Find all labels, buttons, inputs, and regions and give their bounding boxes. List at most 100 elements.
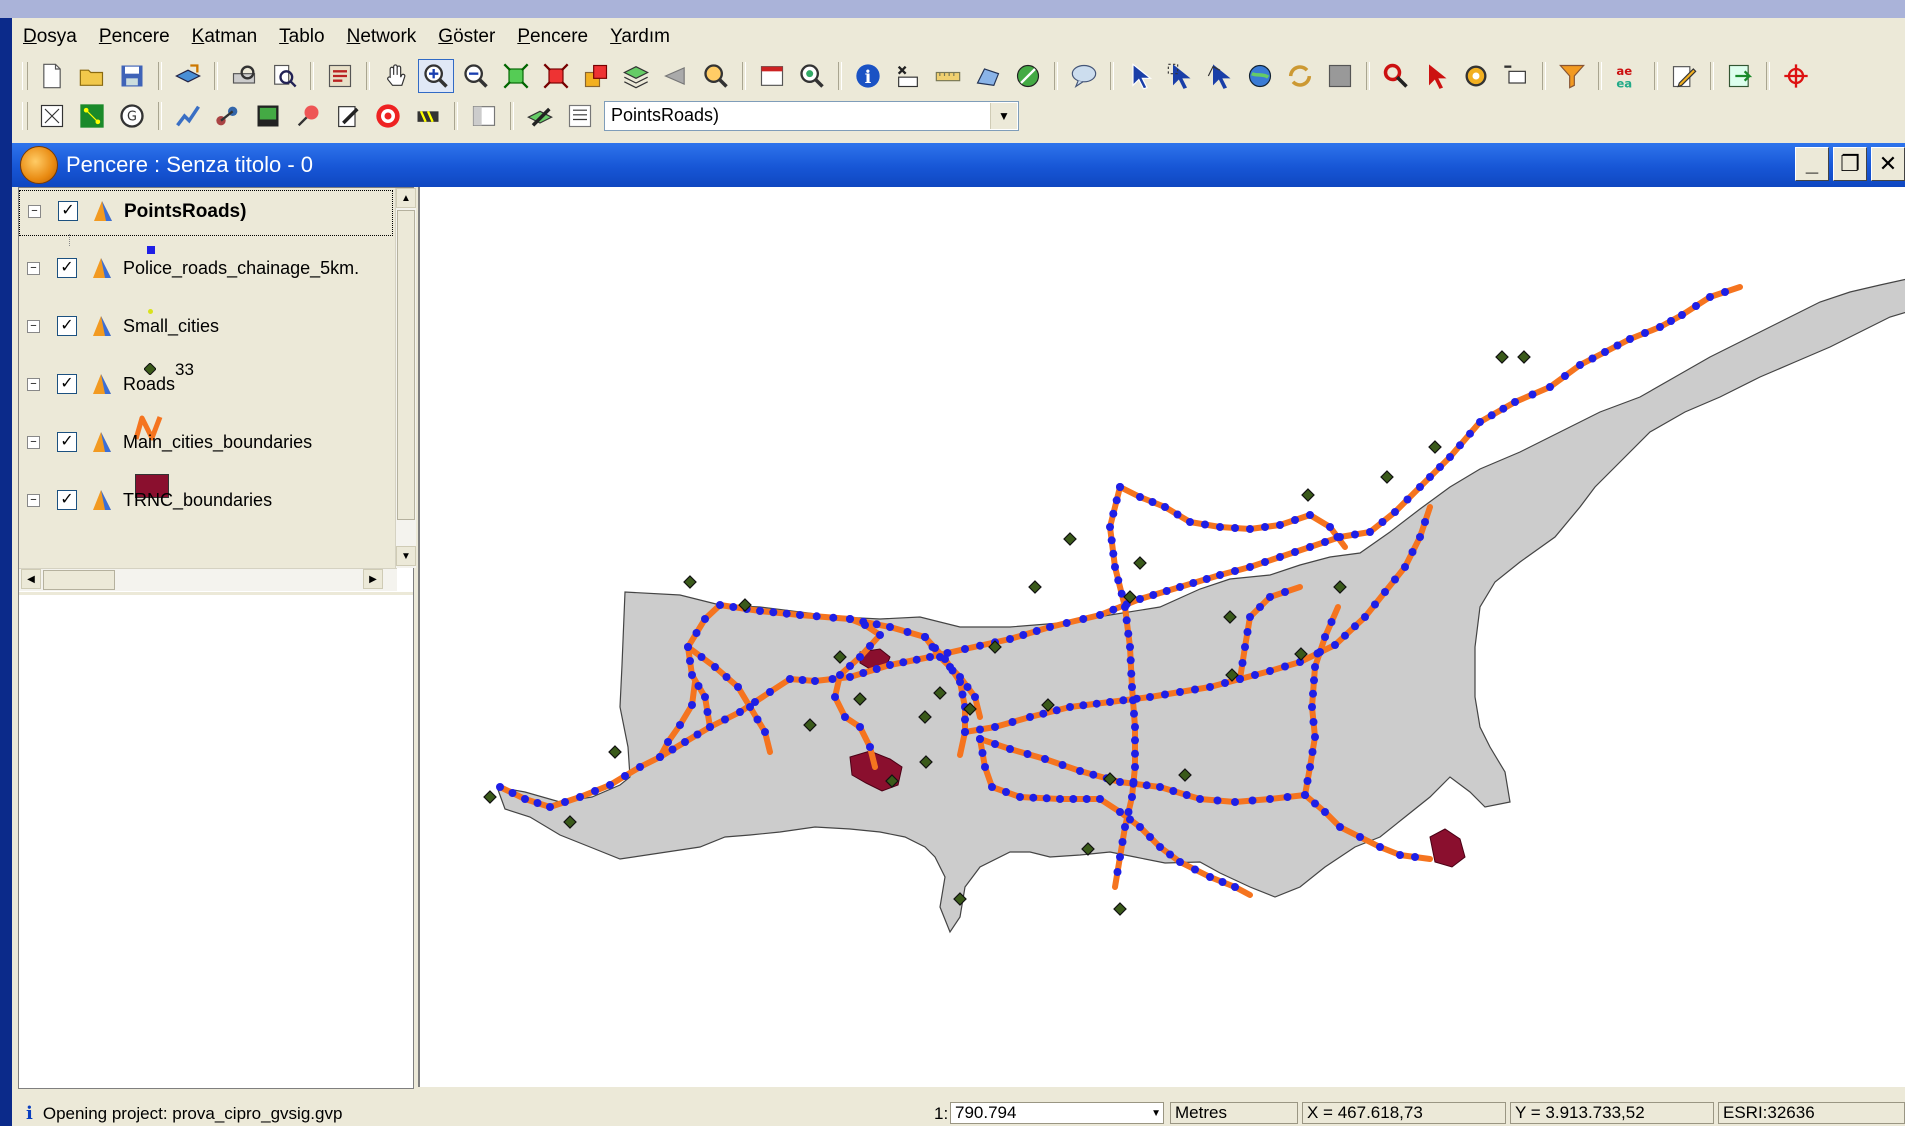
layer-row-pointsroads[interactable]: − ✓ PointsRoads): [19, 190, 393, 236]
network-nodes-icon[interactable]: [210, 99, 246, 133]
export-icon[interactable]: [1722, 59, 1758, 93]
layer-row-roads[interactable]: − ✓ Roads: [19, 364, 391, 408]
collapse-icon[interactable]: −: [27, 494, 40, 507]
edit-pencil-icon[interactable]: [1666, 59, 1702, 93]
georeference-icon[interactable]: G: [114, 99, 150, 133]
map-frame-icon[interactable]: [34, 99, 70, 133]
toc-horizontal-scrollbar[interactable]: ◀ ▶: [19, 568, 397, 591]
menu-tablo[interactable]: Tablo: [268, 18, 335, 56]
invert-selection-icon[interactable]: [1282, 59, 1318, 93]
select-rectangle-icon[interactable]: [1162, 59, 1198, 93]
find-feature-icon[interactable]: [1378, 59, 1414, 93]
zoom-magnifier-icon[interactable]: [698, 59, 734, 93]
scroll-left-icon[interactable]: ◀: [21, 569, 41, 589]
scroll-right-icon[interactable]: ▶: [363, 569, 383, 589]
toolbar-grip[interactable]: [22, 102, 28, 130]
edit-layer-icon[interactable]: [522, 99, 558, 133]
menu-pencere[interactable]: Pencere: [88, 18, 181, 56]
new-file-icon[interactable]: [34, 59, 70, 93]
select-by-layer-icon[interactable]: [1242, 59, 1278, 93]
select-polygon-icon[interactable]: [1202, 59, 1238, 93]
road-point-marker: [1131, 763, 1139, 771]
zoom-in-icon[interactable]: [418, 59, 454, 93]
scale-combo[interactable]: 790.794 ▼: [950, 1102, 1164, 1124]
toc-vertical-scrollbar[interactable]: ▲ ▼: [395, 188, 416, 568]
zoom-full-extent-icon[interactable]: [498, 59, 534, 93]
collapse-icon[interactable]: −: [27, 378, 40, 391]
crosshair-icon[interactable]: [1778, 59, 1814, 93]
info-icon[interactable]: i: [850, 59, 886, 93]
layer-visibility-checkbox[interactable]: ✓: [57, 432, 77, 452]
layer-visibility-checkbox[interactable]: ✓: [57, 374, 77, 394]
road-point-marker: [734, 683, 742, 691]
edit-sheet-icon[interactable]: [330, 99, 366, 133]
find-icon[interactable]: [266, 59, 302, 93]
layer-properties-icon[interactable]: [322, 59, 358, 93]
active-layer-select[interactable]: PointsRoads) ▼: [604, 101, 1019, 131]
pan-hand-icon[interactable]: [378, 59, 414, 93]
layer-visibility-checkbox[interactable]: ✓: [57, 490, 77, 510]
layer-row-small-cities[interactable]: − ✓ Small_cities: [19, 306, 391, 350]
network-graph-icon[interactable]: [74, 99, 110, 133]
flag-point-icon[interactable]: [290, 99, 326, 133]
tooltip-icon[interactable]: [1066, 59, 1102, 93]
barrier-icon[interactable]: [410, 99, 446, 133]
menu-dosya[interactable]: Dosya: [12, 18, 88, 56]
layer-row-trnc-boundaries[interactable]: − ✓ TRNC_boundaries: [19, 480, 391, 524]
map-canvas[interactable]: [418, 187, 1905, 1087]
previous-zoom-icon[interactable]: [658, 59, 694, 93]
collapse-icon[interactable]: −: [27, 262, 40, 275]
view-title-bar[interactable]: Pencere : Senza titolo - 0 _ ❐ ✕: [12, 143, 1905, 187]
open-folder-icon[interactable]: [74, 59, 110, 93]
scroll-thumb[interactable]: [397, 210, 415, 520]
collapse-icon[interactable]: −: [27, 320, 40, 333]
menu-network[interactable]: Network: [336, 18, 428, 56]
shortest-path-icon[interactable]: [170, 99, 206, 133]
collapse-icon[interactable]: −: [27, 436, 40, 449]
menu-katman[interactable]: Katman: [181, 18, 269, 56]
layers-stack-icon[interactable]: [618, 59, 654, 93]
toolbar-grip[interactable]: [22, 62, 28, 90]
close-button[interactable]: ✕: [1871, 147, 1905, 181]
menu-pencere-2[interactable]: Pencere: [506, 18, 599, 56]
chevron-down-icon[interactable]: ▼: [990, 103, 1017, 129]
layer-row-police-roads[interactable]: − ✓ Police_roads_chainage_5km.: [19, 248, 391, 292]
scroll-thumb[interactable]: [43, 570, 115, 590]
layer-visibility-checkbox[interactable]: ✓: [57, 258, 77, 278]
toc-divider[interactable]: [19, 592, 413, 595]
scroll-up-icon[interactable]: ▲: [396, 188, 416, 208]
zoom-layer-icon[interactable]: [578, 59, 614, 93]
select-arrow-icon[interactable]: [1122, 59, 1158, 93]
hyperlink-icon[interactable]: [1010, 59, 1046, 93]
label-icon[interactable]: [1498, 59, 1534, 93]
layer-visibility-checkbox[interactable]: ✓: [58, 201, 78, 221]
minimize-button[interactable]: _: [1795, 147, 1829, 181]
add-layer-icon[interactable]: [170, 59, 206, 93]
scroll-down-icon[interactable]: ▼: [396, 546, 416, 566]
collapse-icon[interactable]: −: [28, 205, 41, 218]
chevron-down-icon[interactable]: ▼: [1151, 1104, 1161, 1123]
filter-icon[interactable]: [1554, 59, 1590, 93]
save-icon[interactable]: [114, 59, 150, 93]
menu-goster[interactable]: Göster: [427, 18, 506, 56]
zoom-out-icon[interactable]: [458, 59, 494, 93]
window-layout-icon[interactable]: [466, 99, 502, 133]
restore-button[interactable]: ❐: [1833, 147, 1867, 181]
menu-yardim[interactable]: Yardım: [599, 18, 681, 56]
measure-distance-icon[interactable]: [930, 59, 966, 93]
layer-visibility-checkbox[interactable]: ✓: [57, 316, 77, 336]
attribute-query-icon[interactable]: [890, 59, 926, 93]
zoom-to-selection-icon[interactable]: [538, 59, 574, 93]
layer-list-icon[interactable]: [562, 99, 598, 133]
clear-selection-icon[interactable]: [1322, 59, 1358, 93]
measure-area-icon[interactable]: [970, 59, 1006, 93]
console-icon[interactable]: [250, 99, 286, 133]
zoom-scale-icon[interactable]: [794, 59, 830, 93]
point-target-icon[interactable]: [1458, 59, 1494, 93]
text-format-icon[interactable]: ae ea: [1610, 59, 1646, 93]
select-tool-red-icon[interactable]: [1418, 59, 1454, 93]
target-icon[interactable]: [370, 99, 406, 133]
print-preview-icon[interactable]: [226, 59, 262, 93]
layer-row-main-cities[interactable]: − ✓ Main_cities_boundaries: [19, 422, 391, 466]
locator-map-icon[interactable]: [754, 59, 790, 93]
